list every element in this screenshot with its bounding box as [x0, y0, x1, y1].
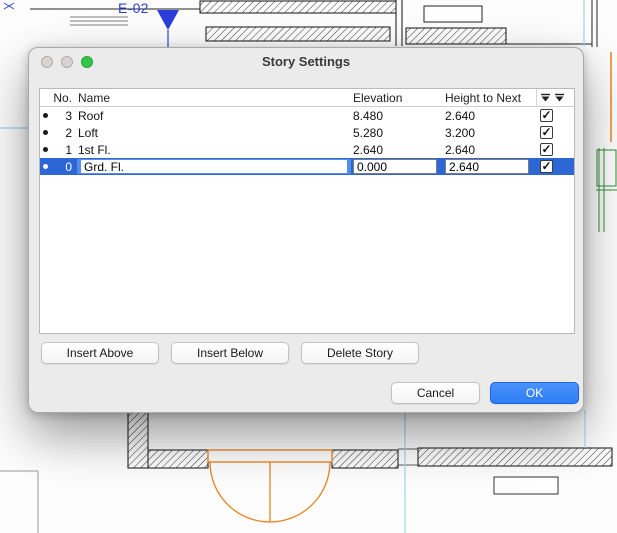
plan-window — [493, 476, 559, 495]
story-marker-dot — [40, 130, 50, 135]
story-row-2[interactable]: 2 Loft 5.280 3.200 ✓ — [40, 124, 574, 141]
header-name: Name — [78, 90, 111, 105]
story-elevation-cell — [351, 159, 443, 174]
story-visibility-cell: ✓ — [536, 160, 574, 173]
story-flag-icon — [541, 93, 550, 102]
story-name-cell[interactable]: Roof — [72, 109, 351, 123]
ok-button[interactable]: OK — [490, 382, 579, 404]
plan-cross-mark — [3, 2, 15, 10]
story-name-input[interactable] — [80, 159, 348, 174]
story-marker-dot — [40, 113, 50, 118]
plan-door-frame — [207, 449, 333, 463]
story-flag-icon — [555, 93, 564, 102]
story-height-cell[interactable]: 2.640 — [443, 143, 536, 157]
header-elevation: Elevation — [353, 90, 403, 105]
story-row-0-selected[interactable]: 0 ✓ — [40, 158, 574, 175]
header-no: No. — [53, 90, 72, 105]
plan-wall — [417, 447, 613, 467]
story-settings-dialog: Story Settings No. Name Elevation Height… — [28, 47, 584, 413]
plan-wall — [147, 449, 209, 469]
story-row-1[interactable]: 1 1st Fl. 2.640 2.640 ✓ — [40, 141, 574, 158]
story-number: 2 — [65, 125, 72, 140]
section-marker-icon — [157, 10, 179, 30]
plan-wall — [331, 449, 399, 469]
story-height-cell[interactable]: 2.640 — [443, 109, 536, 123]
close-window-button[interactable] — [41, 56, 53, 68]
story-visibility-cell: ✓ — [536, 143, 574, 156]
story-visibility-cell: ✓ — [536, 109, 574, 122]
story-row-3[interactable]: 3 Roof 8.480 2.640 ✓ — [40, 107, 574, 124]
check-icon: ✓ — [541, 159, 552, 173]
story-elevation-cell[interactable]: 2.640 — [351, 143, 443, 157]
check-icon: ✓ — [541, 142, 552, 156]
story-name-cell — [72, 159, 351, 174]
story-table-header: No. Name Elevation Height to Next — [40, 89, 574, 107]
minimize-window-button[interactable] — [61, 56, 73, 68]
story-number: 0 — [65, 159, 72, 174]
story-visibility-checkbox[interactable]: ✓ — [540, 126, 553, 139]
story-marker-dot — [40, 164, 50, 169]
cancel-button[interactable]: Cancel — [391, 382, 480, 404]
insert-above-button[interactable]: Insert Above — [41, 342, 159, 364]
plan-green-detail — [596, 149, 617, 187]
story-table: No. Name Elevation Height to Next 3 Roof… — [39, 88, 575, 334]
check-icon: ✓ — [541, 125, 552, 139]
plan-wall — [199, 0, 397, 14]
plan-wall — [205, 26, 391, 42]
dialog-title: Story Settings — [261, 54, 351, 69]
header-flags-column — [536, 89, 574, 106]
story-height-input[interactable] — [445, 159, 529, 174]
story-elevation-cell[interactable]: 5.280 — [351, 126, 443, 140]
header-height-to-next: Height to Next — [445, 90, 522, 105]
story-visibility-checkbox[interactable]: ✓ — [540, 160, 553, 173]
section-marker-label: E-02 — [118, 0, 149, 16]
story-number: 3 — [65, 108, 72, 123]
story-name-cell[interactable]: Loft — [72, 126, 351, 140]
app-canvas: E-02 Story Settings No. Name Elevation H… — [0, 0, 617, 533]
story-visibility-cell: ✓ — [536, 126, 574, 139]
plan-wall — [127, 407, 149, 469]
story-visibility-checkbox[interactable]: ✓ — [540, 143, 553, 156]
story-height-cell — [443, 159, 536, 174]
story-name-cell[interactable]: 1st Fl. — [72, 143, 351, 157]
story-elevation-input[interactable] — [353, 159, 437, 174]
window-controls — [41, 56, 93, 68]
story-elevation-cell[interactable]: 8.480 — [351, 109, 443, 123]
plan-wall — [405, 27, 507, 45]
dialog-titlebar[interactable]: Story Settings — [29, 48, 583, 75]
check-icon: ✓ — [541, 108, 552, 122]
delete-story-button[interactable]: Delete Story — [301, 342, 419, 364]
story-marker-dot — [40, 147, 50, 152]
story-height-cell[interactable]: 3.200 — [443, 126, 536, 140]
story-number: 1 — [65, 142, 72, 157]
zoom-window-button[interactable] — [81, 56, 93, 68]
story-visibility-checkbox[interactable]: ✓ — [540, 109, 553, 122]
insert-below-button[interactable]: Insert Below — [171, 342, 289, 364]
plan-fixture — [423, 5, 483, 23]
